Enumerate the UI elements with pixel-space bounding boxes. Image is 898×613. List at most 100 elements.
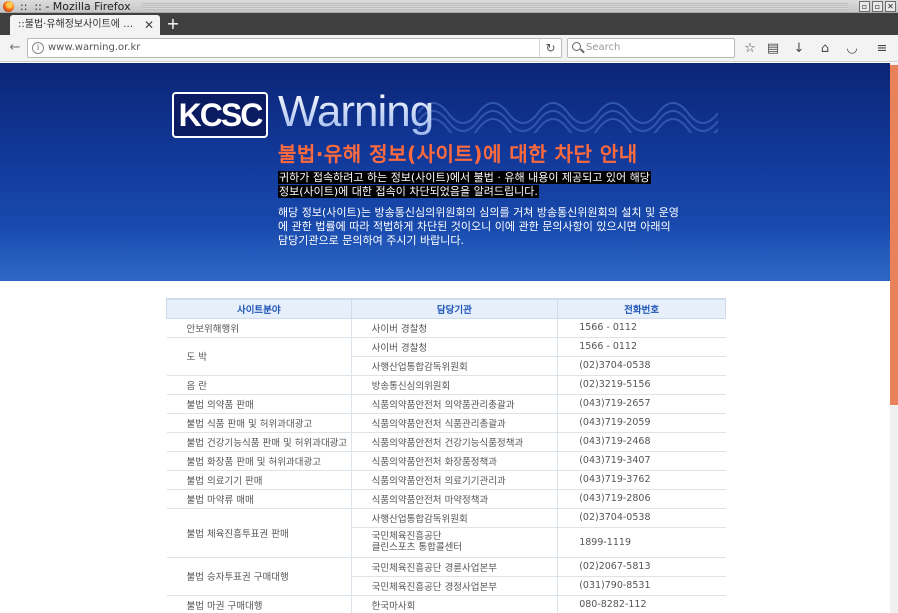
table-row: 불법 체육진흥투표권 판매 사행산업통합감독위원회 (02)3704-0538 [166,508,726,558]
table-row: 불법 식품 판매 및 허위과대광고 식품의약품안전처 식품관리총괄과 (043)… [166,413,726,433]
site-field-cell: 불법 화장품 판매 및 허위과대광고 [166,451,352,471]
phone-cell: (043)719-3762 [557,470,726,490]
phone-cell: (02)3219-5156 [557,375,726,395]
table-row: 불법 의료기기 판매 식품의약품안전처 의료기기관리과 (043)719-376… [166,470,726,490]
table-row: 불법 화장품 판매 및 허위과대광고 식품의약품안전처 화장품정책과 (043)… [166,451,726,471]
menu-icon[interactable]: ≡ [874,41,890,57]
tab-close-icon[interactable]: ✕ [144,15,154,35]
phone-cell: (043)719-2468 [557,432,726,452]
bookmark-star-icon[interactable]: ☆ [742,41,758,57]
agency-line: 클린스포츠 통합콜센터 [371,542,463,553]
titlebar-grip [142,3,848,10]
pocket-icon[interactable]: ◡ [844,41,860,57]
info-icon[interactable]: i [32,42,44,54]
window-titlebar: :: :: - Mozilla Firefox ▫ ▫ ✕ [0,0,898,13]
phone-cell: (043)719-2657 [557,394,726,414]
wave-pattern-decoration [418,102,718,133]
reload-icon[interactable]: ↻ [539,39,561,57]
table-row: 불법 마권 구매대행 한국마사회 080-8282-112 [166,595,726,613]
site-field-cell: 불법 마약류 매매 [166,489,352,509]
notice-paragraph-2: 해당 정보(사이트)는 방송통신심의위원회의 심의를 거쳐 방송통신위원회의 설… [278,206,679,247]
header-phone: 전화번호 [557,298,726,319]
agency-cell: 사이버 경찰청 [351,337,559,357]
table-row: 불법 의약품 판매 식품의약품안전처 의약품관리총괄과 (043)719-265… [166,394,726,414]
maximize-button[interactable]: ▫ [872,1,883,12]
site-field-cell: 불법 마권 구매대행 [166,595,352,613]
agency-cell: 국민체육진흥공단 경정사업본부 [351,576,559,596]
home-icon[interactable]: ⌂ [817,41,833,57]
phone-cell: (031)790-8531 [557,576,726,596]
phone-cell: (02)3704-0538 [557,508,726,528]
site-field-cell: 도 박 [166,337,352,376]
site-field-cell: 불법 체육진흥투표권 판매 [166,508,352,558]
reading-list-icon[interactable]: ▤ [765,41,781,57]
new-tab-button[interactable]: + [165,14,181,34]
agency-cell: 사이버 경찰청 [351,318,559,338]
table-row: 불법 마약류 매매 식품의약품안전처 마약정책과 (043)719-2806 [166,489,726,509]
agency-cell: 식품의약품안전처 식품관리총괄과 [351,413,559,433]
warning-banner: KCSC Warning 불법·유해 정보(사이트)에 대한 차단 안내 귀하가… [0,63,890,281]
contact-table: 사이트분야 담당기관 전화번호 안보위해행위 사이버 경찰청 1566 - 01… [166,298,726,613]
url-text[interactable]: www.warning.or.kr [48,39,140,57]
page-headline: 불법·유해 정보(사이트)에 대한 차단 안내 [278,142,638,166]
agency-cell: 한국마사회 [351,595,559,613]
agency-cell: 식품의약품안전처 의약품관리총괄과 [351,394,559,414]
notice-paragraph-1: 귀하가 접속하려고 하는 정보(사이트)에서 불법 · 유해 내용이 제공되고 … [278,171,678,199]
firefox-icon [3,1,14,12]
search-icon [572,42,581,51]
page-viewport: KCSC Warning 불법·유해 정보(사이트)에 대한 차단 안내 귀하가… [0,63,890,613]
agency-cell: 식품의약품안전처 건강기능식품정책과 [351,432,559,452]
warning-wordmark: Warning [278,87,434,136]
agency-cell: 식품의약품안전처 마약정책과 [351,489,559,509]
scrollbar-thumb[interactable] [890,65,898,405]
table-header-row: 사이트분야 담당기관 전화번호 [166,298,726,319]
site-field-cell: 불법 의약품 판매 [166,394,352,414]
kcsc-logo: KCSC [172,92,268,138]
site-field-cell: 불법 승자투표권 구매대행 [166,557,352,596]
phone-cell: (02)2067-5813 [557,557,726,577]
tab-active[interactable]: ::불법·유해정보사이트에 대한… ✕ [10,15,160,35]
agency-cell: 국민체육진흥공단 클린스포츠 통합콜센터 [351,527,559,558]
site-field-cell: 안보위해행위 [166,318,352,338]
search-input[interactable]: Search [586,39,620,57]
site-field-cell: 불법 의료기기 판매 [166,470,352,490]
url-bar[interactable]: i www.warning.or.kr ↻ [27,38,562,58]
table-row: 음 란 방송통신심의위원회 (02)3219-5156 [166,375,726,395]
window-controls: ▫ ▫ ✕ [859,1,896,12]
phone-cell: (043)719-3407 [557,451,726,471]
table-row: 불법 승자투표권 구매대행 국민체육진흥공단 경륜사업본부 (02)2067-5… [166,557,726,596]
agency-cell: 국민체육진흥공단 경륜사업본부 [351,557,559,577]
phone-cell: 080-8282-112 [557,595,726,613]
phone-cell: (02)3704-0538 [557,356,726,376]
tab-strip: ::불법·유해정보사이트에 대한… ✕ + [0,13,898,35]
notice-line-1: 귀하가 접속하려고 하는 정보(사이트)에서 불법 · 유해 내용이 제공되고 … [278,171,651,184]
table-row: 안보위해행위 사이버 경찰청 1566 - 0112 [166,318,726,338]
download-icon[interactable]: ↓ [791,41,807,57]
page-scrollbar[interactable] [890,63,898,613]
agency-cell: 사행산업통합감독위원회 [351,508,559,528]
site-field-cell: 음 란 [166,375,352,395]
back-button[interactable]: ← [7,40,23,56]
phone-cell: (043)719-2059 [557,413,726,433]
table-row: 도 박 사이버 경찰청 1566 - 0112 [166,337,726,376]
header-agency: 담당기관 [350,298,559,319]
phone-cell: 1566 - 0112 [557,337,726,357]
phone-cell: (043)719-2806 [557,489,726,509]
window-title: :: :: - Mozilla Firefox [20,0,131,13]
header-site-field: 사이트분야 [166,298,352,319]
site-field-cell: 불법 건강기능식품 판매 및 허위과대광고 [166,432,352,452]
agency-cell: 방송통신심의위원회 [351,375,559,395]
agency-cell: 사행산업통합감독위원회 [351,356,559,376]
tab-title: ::불법·유해정보사이트에 대한… [18,19,140,30]
phone-cell: 1899-1119 [557,527,726,558]
agency-line: 국민체육진흥공단 [371,531,442,542]
minimize-button[interactable]: ▫ [859,1,870,12]
notice-line-2: 정보(사이트)에 대한 접속이 차단되었음을 알려드립니다. [278,185,539,198]
close-window-button[interactable]: ✕ [885,1,896,12]
search-bar[interactable]: Search [567,38,735,58]
phone-cell: 1566 - 0112 [557,318,726,338]
agency-cell: 식품의약품안전처 화장품정책과 [351,451,559,471]
site-field-cell: 불법 식품 판매 및 허위과대광고 [166,413,352,433]
table-row: 불법 건강기능식품 판매 및 허위과대광고 식품의약품안전처 건강기능식품정책과… [166,432,726,452]
navigation-toolbar: ← i www.warning.or.kr ↻ Search ☆ ▤ ↓ ⌂ ◡… [0,35,898,62]
